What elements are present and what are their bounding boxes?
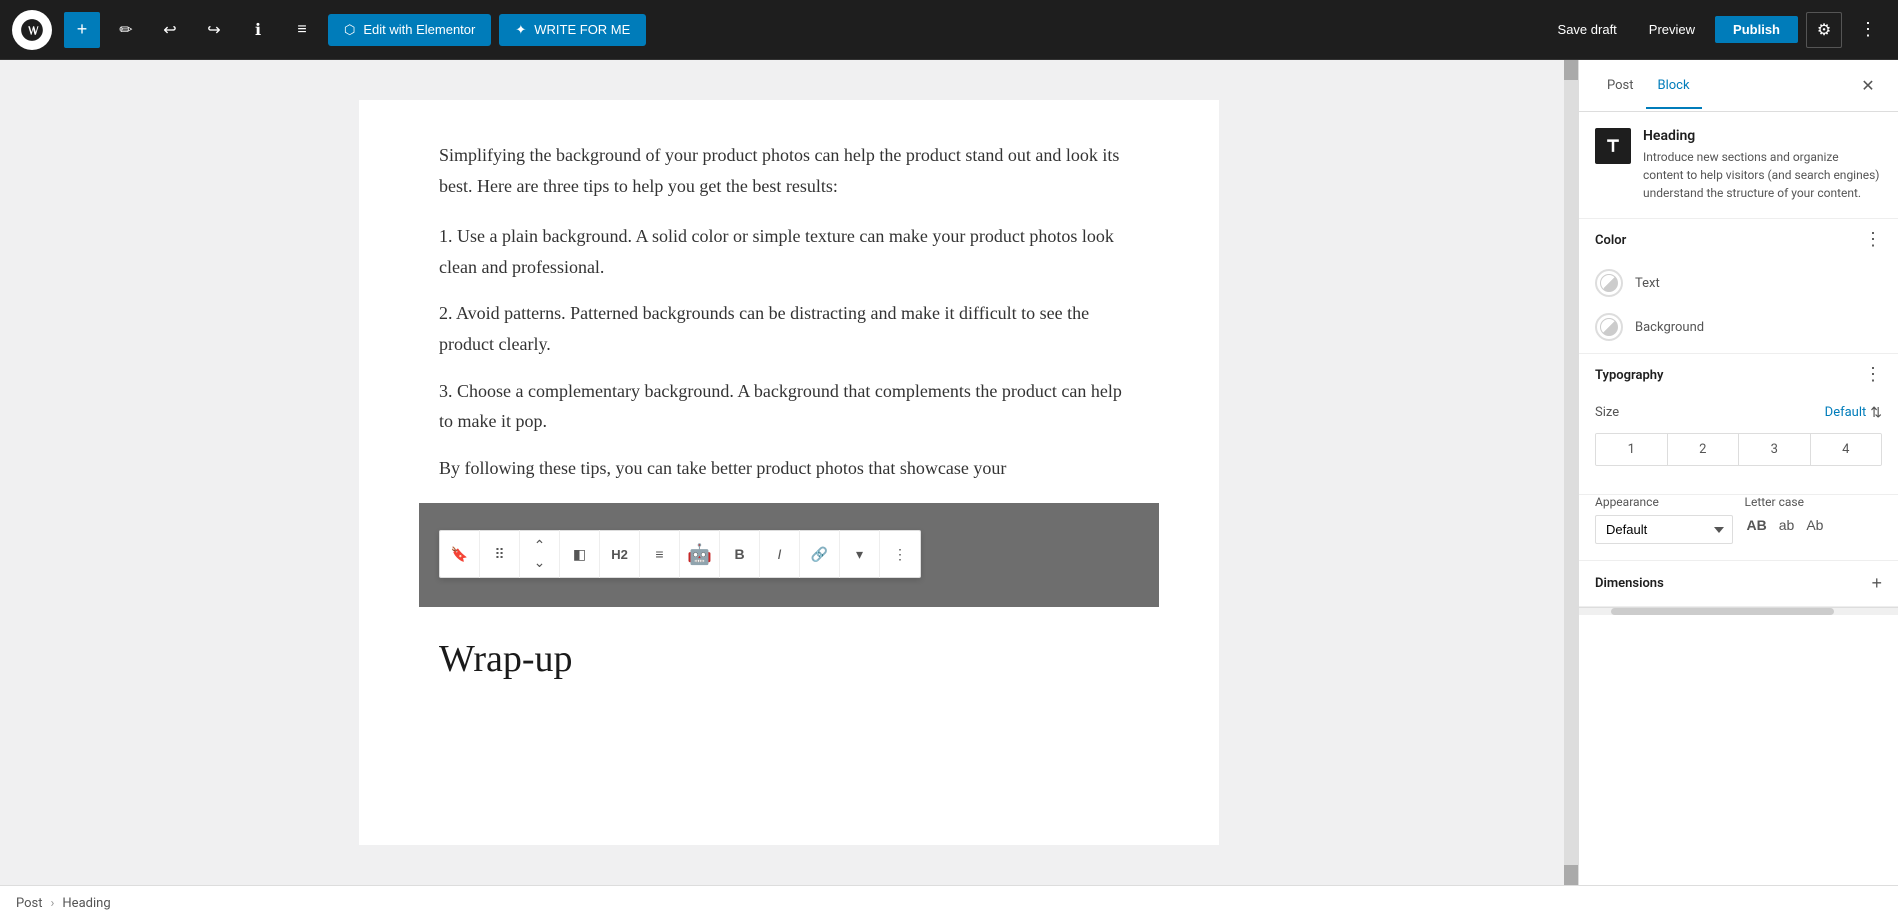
tools-button[interactable]: ✏ — [108, 12, 144, 48]
text-color-label: Text — [1635, 276, 1660, 291]
size-step-3[interactable]: 3 — [1739, 434, 1811, 465]
size-step-2[interactable]: 2 — [1668, 434, 1740, 465]
paragraph-1[interactable]: Simplifying the background of your produ… — [439, 140, 1139, 201]
size-row: Size Default ⇅ — [1595, 404, 1882, 421]
typography-section: Typography ⋮ Size Default ⇅ 1 2 3 4 — [1579, 354, 1898, 495]
background-color-swatch[interactable] — [1595, 313, 1623, 341]
list-item-1[interactable]: 1. Use a plain background. A solid color… — [439, 221, 1139, 282]
dimensions-section-title: Dimensions — [1595, 576, 1664, 591]
block-align-text-button[interactable]: ≡ — [640, 530, 680, 578]
tab-block[interactable]: Block — [1646, 64, 1702, 109]
letter-case-capitalize-button[interactable]: Ab — [1804, 515, 1825, 535]
elementor-icon: ⬡ — [344, 22, 355, 38]
block-more-formats-button[interactable]: ▾ — [840, 530, 880, 578]
size-adjust-button[interactable]: ⇅ — [1870, 404, 1882, 421]
dimensions-section: Dimensions + — [1579, 561, 1898, 607]
bottom-bar: Post › Heading — [0, 885, 1898, 921]
list-item-3[interactable]: 3. Choose a complementary background. A … — [439, 376, 1139, 437]
appearance-col: Appearance Default — [1595, 495, 1733, 544]
main-area: Simplifying the background of your produ… — [0, 60, 1898, 885]
size-label: Size — [1595, 405, 1619, 420]
undo-button[interactable]: ↩ — [152, 12, 188, 48]
block-link-button[interactable]: 🔗 — [800, 530, 840, 578]
block-avatar-button[interactable]: 🤖 — [680, 530, 720, 578]
right-panel: Post Block ✕ Heading Introduce new secti… — [1578, 60, 1898, 885]
block-toolbar: 🔖 ⠿ ⌃⌄ ◧ H2 ≡ 🤖 B I 🔗 ▾ ⋮ — [439, 530, 921, 578]
redo-button[interactable]: ↪ — [196, 12, 232, 48]
block-description: Introduce new sections and organize cont… — [1643, 148, 1882, 202]
appearance-select[interactable]: Default — [1595, 515, 1733, 544]
letter-case-lowercase-button[interactable]: ab — [1777, 515, 1797, 535]
typography-section-title: Typography — [1595, 368, 1664, 383]
scroll-up-button[interactable] — [1564, 60, 1578, 80]
block-align-button[interactable]: ◧ — [560, 530, 600, 578]
panel-scroll-thumb[interactable] — [1611, 608, 1834, 615]
write-icon: ✦ — [515, 22, 526, 38]
text-color-row: Text — [1579, 261, 1898, 305]
save-draft-button[interactable]: Save draft — [1546, 16, 1629, 43]
appearance-row: Appearance Default Letter case AB ab Ab — [1579, 495, 1898, 560]
appearance-label: Appearance — [1595, 495, 1733, 509]
info-button[interactable]: ℹ — [240, 12, 276, 48]
paragraph-2[interactable]: By following these tips, you can take be… — [439, 453, 1139, 484]
block-drag-button[interactable]: ⠿ — [480, 530, 520, 578]
block-name-label: Heading — [1643, 128, 1882, 144]
tab-post[interactable]: Post — [1595, 64, 1646, 109]
breadcrumb-post[interactable]: Post — [16, 896, 43, 911]
background-color-label: Background — [1635, 320, 1704, 335]
breadcrumb-heading[interactable]: Heading — [62, 896, 110, 911]
dimensions-add-button[interactable]: + — [1871, 573, 1882, 594]
letter-case-uppercase-button[interactable]: AB — [1745, 515, 1769, 535]
size-value: Default ⇅ — [1825, 404, 1882, 421]
block-bookmark-button[interactable]: 🔖 — [440, 530, 480, 578]
size-step-1[interactable]: 1 — [1596, 434, 1668, 465]
editor-scrollbar[interactable] — [1564, 60, 1578, 885]
text-color-swatch[interactable] — [1595, 269, 1623, 297]
publish-button[interactable]: Publish — [1715, 16, 1798, 43]
editor-content[interactable]: Simplifying the background of your produ… — [359, 100, 1219, 845]
preview-button[interactable]: Preview — [1637, 16, 1707, 43]
panel-horizontal-scrollbar[interactable] — [1579, 607, 1898, 615]
editor-area[interactable]: Simplifying the background of your produ… — [0, 60, 1578, 885]
block-move-button[interactable]: ⌃⌄ — [520, 530, 560, 578]
dimensions-header[interactable]: Dimensions + — [1579, 561, 1898, 606]
more-options-button[interactable]: ⋮ — [1850, 12, 1886, 48]
letter-case-col: Letter case AB ab Ab — [1745, 495, 1883, 535]
color-section: Color ⋮ Text Background — [1579, 219, 1898, 354]
color-section-title: Color — [1595, 233, 1626, 248]
breadcrumb-separator: › — [51, 896, 55, 911]
elementor-button-label: Edit with Elementor — [363, 22, 475, 37]
size-steps: 1 2 3 4 — [1595, 433, 1882, 466]
settings-button[interactable]: ⚙ — [1806, 12, 1842, 48]
wrap-up-heading[interactable]: Wrap-up — [439, 627, 1139, 692]
background-color-row: Background — [1579, 305, 1898, 353]
size-default-text: Default — [1825, 405, 1867, 420]
write-for-me-button[interactable]: ✦ WRITE FOR ME — [499, 14, 646, 46]
color-section-header[interactable]: Color ⋮ — [1579, 219, 1898, 261]
block-info: Heading Introduce new sections and organ… — [1579, 112, 1898, 219]
block-heading-level-button[interactable]: H2 — [600, 530, 640, 578]
edit-with-elementor-button[interactable]: ⬡ Edit with Elementor — [328, 14, 491, 46]
add-block-button[interactable]: + — [64, 12, 100, 48]
block-italic-button[interactable]: I — [760, 530, 800, 578]
topbar: + ✏ ↩ ↪ ℹ ≡ ⬡ Edit with Elementor ✦ WRIT… — [0, 0, 1898, 60]
list-item-2[interactable]: 2. Avoid patterns. Patterned backgrounds… — [439, 298, 1139, 359]
block-options-button[interactable]: ⋮ — [880, 530, 920, 578]
block-bold-button[interactable]: B — [720, 530, 760, 578]
typography-content: Size Default ⇅ 1 2 3 4 — [1579, 396, 1898, 494]
write-button-label: WRITE FOR ME — [534, 22, 630, 37]
block-heading-icon — [1595, 128, 1631, 164]
size-step-4[interactable]: 4 — [1811, 434, 1882, 465]
scroll-down-button[interactable] — [1564, 865, 1578, 885]
list-view-button[interactable]: ≡ — [284, 12, 320, 48]
typography-section-header[interactable]: Typography ⋮ — [1579, 354, 1898, 396]
letter-case-label: Letter case — [1745, 495, 1883, 509]
wp-logo-icon[interactable] — [12, 10, 52, 50]
panel-header: Post Block ✕ — [1579, 60, 1898, 112]
color-section-options[interactable]: ⋮ — [1864, 231, 1882, 249]
typography-options[interactable]: ⋮ — [1864, 366, 1882, 384]
panel-close-button[interactable]: ✕ — [1854, 72, 1882, 100]
letter-case-options: AB ab Ab — [1745, 515, 1883, 535]
appearance-section: Appearance Default Letter case AB ab Ab — [1579, 495, 1898, 561]
